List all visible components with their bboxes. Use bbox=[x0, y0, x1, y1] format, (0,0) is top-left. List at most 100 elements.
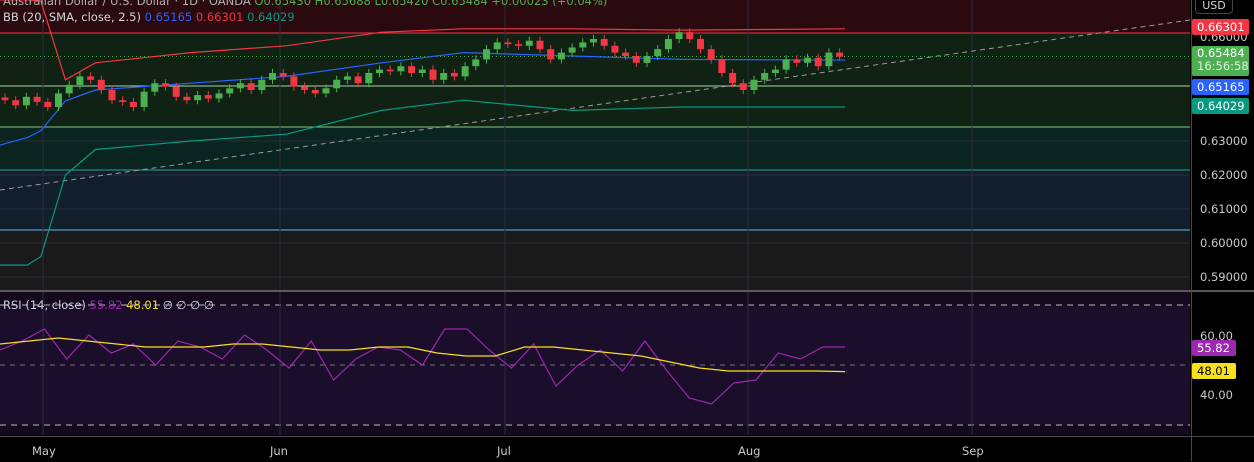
bb-upper-badge: 0.66301 bbox=[1192, 19, 1249, 35]
candle-body bbox=[750, 79, 758, 90]
candle-body bbox=[65, 84, 73, 94]
price-tick: 0.59000 bbox=[1200, 270, 1248, 284]
candle-body bbox=[1, 97, 9, 101]
candle-body bbox=[825, 52, 833, 67]
candle-body bbox=[440, 73, 448, 80]
candle-body bbox=[119, 100, 127, 102]
candle-body bbox=[354, 76, 362, 84]
candle-body bbox=[194, 95, 202, 101]
candle-body bbox=[418, 69, 426, 73]
price-tick: 0.61000 bbox=[1200, 202, 1248, 216]
candle-body bbox=[697, 39, 704, 50]
price-zone bbox=[0, 230, 1190, 290]
candle-body bbox=[600, 39, 608, 46]
candle-body bbox=[654, 49, 662, 56]
bb-label: BB (20, SMA, close, 2.5) bbox=[3, 10, 141, 24]
candle-body bbox=[386, 69, 394, 72]
candle-body bbox=[183, 96, 191, 101]
candle-body bbox=[279, 73, 287, 77]
time-label: Sep bbox=[962, 444, 984, 458]
candle-body bbox=[504, 42, 512, 45]
candle-body bbox=[643, 56, 651, 63]
candle-body bbox=[547, 49, 555, 60]
price-pane[interactable]: Australian Dollar / U.S. Dollar · 1D · O… bbox=[0, 0, 1190, 290]
candle-body bbox=[397, 66, 405, 72]
last-price-badge: 0.65484 16:56:58 bbox=[1192, 46, 1249, 76]
candle-body bbox=[686, 32, 694, 39]
rsi-pane[interactable]: RSI (14, close) 55.82 48.01 ∅ ∅ ∅ ∅ bbox=[0, 292, 1190, 435]
candle-body bbox=[793, 59, 801, 63]
rsi-chart bbox=[0, 292, 1190, 435]
time-label: Aug bbox=[738, 444, 761, 458]
candle-body bbox=[322, 88, 330, 94]
candle-body bbox=[215, 93, 223, 99]
candle-body bbox=[204, 95, 212, 99]
candle-body bbox=[579, 42, 587, 48]
ohlc-values: O0.65430 H0.65688 L0.65420 C0.65484 +0.0… bbox=[254, 0, 608, 8]
rsi-label: RSI (14, close) bbox=[3, 298, 86, 312]
candle-body bbox=[804, 57, 811, 63]
rsi-ma-value: 48.01 bbox=[126, 298, 160, 312]
candle-body bbox=[408, 66, 416, 73]
rsi-tick: 40.00 bbox=[1200, 388, 1233, 402]
candle-body bbox=[525, 40, 533, 46]
candle-body bbox=[140, 91, 148, 107]
candle-body bbox=[590, 39, 597, 43]
price-zone bbox=[0, 127, 1190, 170]
bb-lower-value: 0.64029 bbox=[247, 10, 295, 24]
rsi-value: 55.82 bbox=[89, 298, 123, 312]
bb-upper-value: 0.66301 bbox=[195, 10, 244, 24]
candle-body bbox=[129, 101, 137, 107]
time-axis[interactable] bbox=[0, 436, 1254, 462]
time-label: Jul bbox=[497, 444, 511, 458]
candle-body bbox=[675, 32, 683, 39]
candle-body bbox=[611, 45, 619, 53]
price-tick: 0.63000 bbox=[1200, 134, 1248, 148]
candle-body bbox=[472, 59, 480, 67]
candle-body bbox=[108, 90, 116, 101]
candle-body bbox=[836, 52, 844, 57]
symbol-legend: Australian Dollar / U.S. Dollar · 1D · O… bbox=[3, 0, 607, 8]
price-axis[interactable]: USD 0.66000 0.63000 0.62000 0.61000 0.60… bbox=[1191, 0, 1254, 461]
candle-body bbox=[87, 76, 95, 80]
bb-legend[interactable]: BB (20, SMA, close, 2.5) 0.65165 0.66301… bbox=[3, 10, 295, 24]
candle-body bbox=[557, 52, 565, 60]
time-label: Jun bbox=[270, 444, 288, 458]
candle-body bbox=[536, 40, 544, 50]
bb-basis-value: 0.65165 bbox=[144, 10, 193, 24]
candle-body bbox=[151, 83, 159, 92]
candle-body bbox=[333, 79, 341, 89]
bb-lower-badge: 0.64029 bbox=[1192, 98, 1249, 114]
rsi-ma-badge: 48.01 bbox=[1192, 363, 1236, 379]
candle-body bbox=[707, 49, 715, 60]
candle-body bbox=[301, 86, 309, 90]
currency-button[interactable]: USD bbox=[1195, 0, 1233, 14]
candle-body bbox=[247, 83, 255, 90]
candle-body bbox=[664, 39, 672, 50]
candle-body bbox=[761, 73, 769, 80]
rsi-badge: 55.82 bbox=[1192, 340, 1236, 356]
candle-body bbox=[365, 73, 373, 84]
candle-body bbox=[429, 69, 437, 80]
symbol-title: Australian Dollar / U.S. Dollar · 1D · O… bbox=[3, 0, 251, 8]
candle-body bbox=[44, 101, 52, 107]
candle-body bbox=[55, 93, 62, 107]
price-tick: 0.62000 bbox=[1200, 168, 1248, 182]
candle-body bbox=[461, 66, 469, 77]
price-zone bbox=[0, 33, 1190, 127]
rsi-legend[interactable]: RSI (14, close) 55.82 48.01 ∅ ∅ ∅ ∅ bbox=[3, 298, 214, 312]
candle-body bbox=[771, 69, 779, 73]
candle-body bbox=[343, 76, 351, 80]
candle-body bbox=[782, 59, 790, 70]
candle-body bbox=[515, 44, 523, 46]
candle-body bbox=[258, 79, 266, 90]
candle-body bbox=[162, 83, 169, 87]
candle-body bbox=[290, 76, 298, 87]
price-tick: 0.60000 bbox=[1200, 236, 1248, 250]
time-label: May bbox=[32, 444, 56, 458]
candle-body bbox=[632, 56, 640, 63]
candle-body bbox=[376, 69, 383, 73]
candle-body bbox=[622, 52, 630, 56]
candle-body bbox=[493, 42, 501, 50]
bar-countdown: 16:56:58 bbox=[1197, 59, 1249, 73]
